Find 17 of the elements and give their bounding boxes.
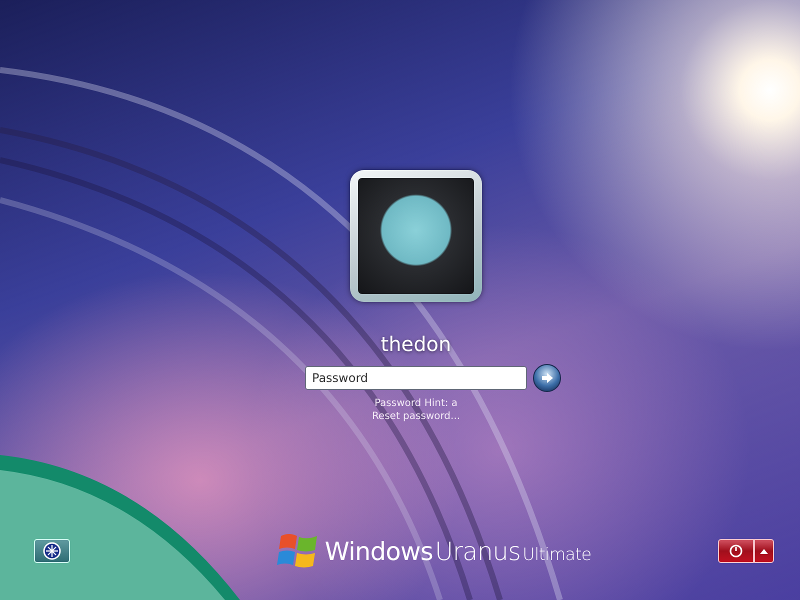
caret-icon — [760, 548, 768, 554]
submit-button[interactable] — [533, 364, 561, 392]
ease-of-access-button[interactable] — [34, 539, 70, 563]
password-hint: Password Hint: a — [374, 398, 458, 409]
arrow-icon — [540, 371, 554, 385]
user-name: thedon — [380, 332, 452, 356]
reset-password-link[interactable]: Reset password... — [372, 411, 460, 422]
windows-wordmark: Windows — [324, 536, 433, 566]
shutdown-options-button[interactable] — [754, 539, 774, 563]
windows-flag-icon — [276, 532, 319, 570]
edition-name: Uranus — [434, 536, 521, 566]
power-icon — [729, 544, 743, 558]
shutdown-button[interactable] — [718, 539, 754, 563]
password-field[interactable]: Password — [305, 366, 527, 390]
edition-tier-label: Ultimate — [522, 544, 592, 564]
user-tile[interactable] — [350, 170, 482, 302]
ease-of-access-icon — [43, 542, 61, 560]
